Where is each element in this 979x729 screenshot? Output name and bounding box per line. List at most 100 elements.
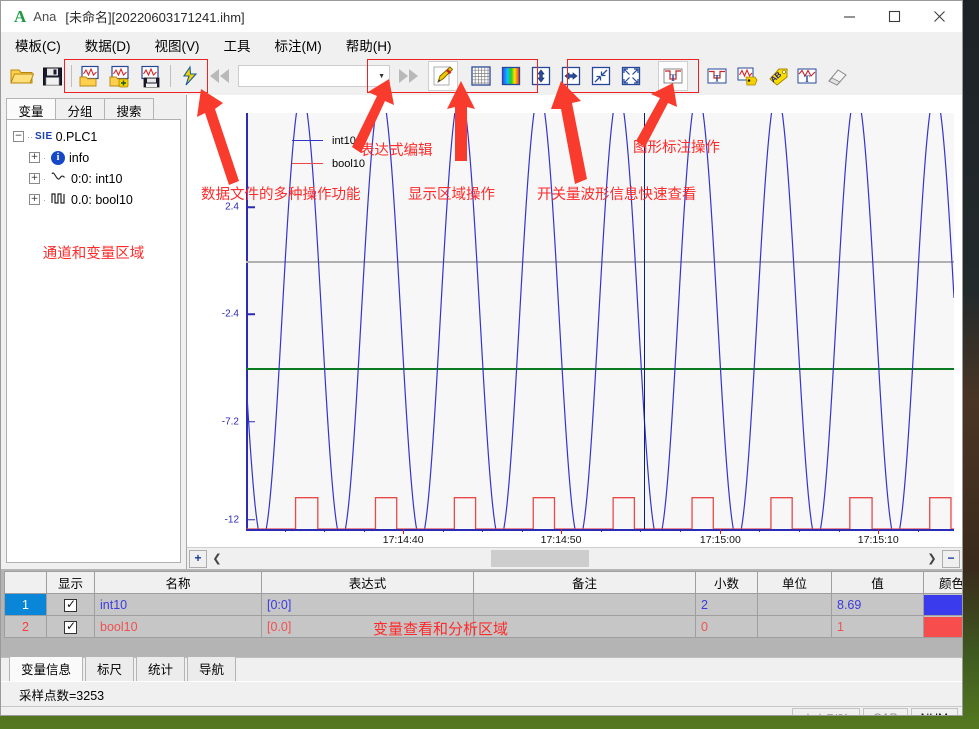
row-unit[interactable]: [757, 593, 832, 616]
annotation-display-area-ops: 显示区域操作: [408, 187, 495, 203]
open-data-file-icon[interactable]: [76, 61, 106, 91]
menu-template[interactable]: 模板(C): [15, 33, 74, 57]
row-decimals[interactable]: 2: [695, 593, 758, 616]
grid-toggle-icon[interactable]: [466, 61, 496, 91]
tab-ruler[interactable]: 标尺: [85, 655, 135, 681]
status-pane-mutation-removal[interactable]: 突变剔除: [791, 708, 860, 715]
row-decimals[interactable]: 0: [695, 615, 758, 638]
close-button[interactable]: [917, 1, 962, 32]
annotation-curve-icon[interactable]: T: [792, 61, 822, 91]
fit-vertical-icon[interactable]: [526, 61, 556, 91]
row-value[interactable]: 8.69: [831, 593, 924, 616]
chart-area[interactable]: 2.4 -2.4 -7.2 -12 int10 bool10 17:14:40 …: [187, 79, 962, 569]
annotation-data-file-ops: 数据文件的多种操作功能: [201, 187, 361, 203]
zoom-fit-icon[interactable]: [616, 61, 646, 91]
checkbox-icon[interactable]: [64, 619, 77, 634]
window-controls: [827, 1, 962, 32]
menu-annotate[interactable]: 标注(M): [275, 33, 335, 57]
annotation-point-icon[interactable]: [732, 61, 762, 91]
tree-root-label: 0.PLC1: [55, 129, 98, 144]
open-file-icon[interactable]: [7, 61, 37, 91]
row-show-checkbox[interactable]: [46, 615, 95, 638]
row-unit[interactable]: [757, 615, 832, 638]
col-show[interactable]: 显示: [46, 571, 95, 594]
scroll-thumb[interactable]: [490, 549, 589, 567]
row-remark[interactable]: [473, 615, 696, 638]
collapse-icon[interactable]: −: [13, 131, 24, 142]
file-combo-box[interactable]: ▼: [238, 65, 390, 87]
horizontal-scrollbar[interactable]: + ❮ ❯ −: [187, 547, 962, 569]
status-pane-caps: CAP: [862, 708, 908, 715]
row-color-swatch[interactable]: [923, 593, 962, 616]
row-index[interactable]: 1: [4, 593, 47, 616]
col-value[interactable]: 值: [831, 571, 924, 594]
checkbox-icon[interactable]: [64, 597, 77, 612]
variable-tree[interactable]: − ·· SIE 0.PLC1 + · i info + · 0:0: int1…: [6, 119, 181, 563]
row-index[interactable]: 2: [4, 615, 47, 638]
tab-search[interactable]: 搜索: [104, 98, 154, 119]
col-index[interactable]: [4, 571, 47, 594]
refresh-icon[interactable]: [175, 61, 205, 91]
tab-groups[interactable]: 分组: [55, 98, 105, 119]
scroll-left-arrow[interactable]: ❮: [209, 552, 225, 565]
col-expression[interactable]: 表达式: [261, 571, 474, 594]
color-palette-icon[interactable]: [496, 61, 526, 91]
row-color-swatch[interactable]: [923, 615, 962, 638]
annotation-text-icon[interactable]: AB: [762, 61, 792, 91]
chevron-down-icon[interactable]: ▼: [378, 73, 385, 80]
zoom-out-icon[interactable]: [586, 61, 616, 91]
menu-tools[interactable]: 工具: [224, 33, 264, 57]
prev-icon[interactable]: [205, 61, 235, 91]
expression-edit-icon[interactable]: [428, 61, 458, 91]
tab-statistics[interactable]: 统计: [136, 655, 186, 681]
tree-node-root[interactable]: − ·· SIE 0.PLC1: [7, 126, 180, 147]
row-name[interactable]: bool10: [94, 615, 262, 638]
plot-canvas[interactable]: 2.4 -2.4 -7.2 -12 int10 bool10 17:14:40 …: [222, 113, 954, 546]
expand-icon[interactable]: +: [29, 173, 40, 184]
row-expression[interactable]: [0:0]: [261, 593, 474, 616]
save-file-icon[interactable]: [37, 61, 67, 91]
scroll-right-arrow[interactable]: ❯: [924, 552, 940, 565]
col-decimals[interactable]: 小数: [695, 571, 758, 594]
digital-waveform-icon[interactable]: T: [658, 61, 688, 91]
tree-node-info[interactable]: + · i info: [7, 147, 180, 168]
expand-icon[interactable]: +: [29, 152, 40, 163]
cursor-line[interactable]: [643, 113, 646, 529]
row-value[interactable]: 1: [831, 615, 924, 638]
x-minor-tick: [640, 529, 642, 532]
zoom-out-button[interactable]: −: [942, 549, 960, 568]
tree-node-int10[interactable]: + · 0:0: int10: [7, 168, 180, 189]
main-content: 变量 分组 搜索 − ·· SIE 0.PLC1 + · i info + · …: [1, 79, 962, 569]
tab-navigation[interactable]: 导航: [187, 655, 237, 681]
annotation-digital-icon[interactable]: T: [702, 61, 732, 91]
row-show-checkbox[interactable]: [46, 593, 95, 616]
color-swatch[interactable]: [924, 594, 962, 615]
tree-node-bool10[interactable]: + · 0.0: bool10: [7, 189, 180, 210]
expand-icon[interactable]: +: [29, 194, 40, 205]
tab-variable-info[interactable]: 变量信息: [9, 655, 84, 681]
col-remark[interactable]: 备注: [473, 571, 696, 594]
annotation-erase-icon[interactable]: [822, 61, 852, 91]
add-data-file-icon[interactable]: [106, 61, 136, 91]
color-swatch[interactable]: [924, 616, 962, 637]
tab-variables[interactable]: 变量: [6, 98, 56, 119]
menu-data[interactable]: 数据(D): [85, 33, 144, 57]
table-row[interactable]: 2 bool10 [0.0] 0 1: [4, 615, 962, 638]
table-row[interactable]: 1 int10 [0:0] 2 8.69: [4, 593, 962, 616]
row-expression[interactable]: [0.0]: [261, 615, 474, 638]
col-unit[interactable]: 单位: [757, 571, 832, 594]
maximize-button[interactable]: [872, 1, 917, 32]
col-color[interactable]: 颜色: [923, 571, 962, 594]
menu-help[interactable]: 帮助(H): [346, 33, 405, 57]
zoom-in-button[interactable]: +: [189, 549, 207, 568]
menu-view[interactable]: 视图(V): [155, 33, 213, 57]
fit-horizontal-icon[interactable]: [556, 61, 586, 91]
svg-text:T: T: [804, 74, 810, 84]
next-icon[interactable]: [393, 61, 423, 91]
row-remark[interactable]: [473, 593, 696, 616]
minimize-button[interactable]: [827, 1, 872, 32]
scroll-track[interactable]: [225, 548, 924, 569]
save-data-file-icon[interactable]: [136, 61, 166, 91]
row-name[interactable]: int10: [94, 593, 262, 616]
col-name[interactable]: 名称: [94, 571, 262, 594]
